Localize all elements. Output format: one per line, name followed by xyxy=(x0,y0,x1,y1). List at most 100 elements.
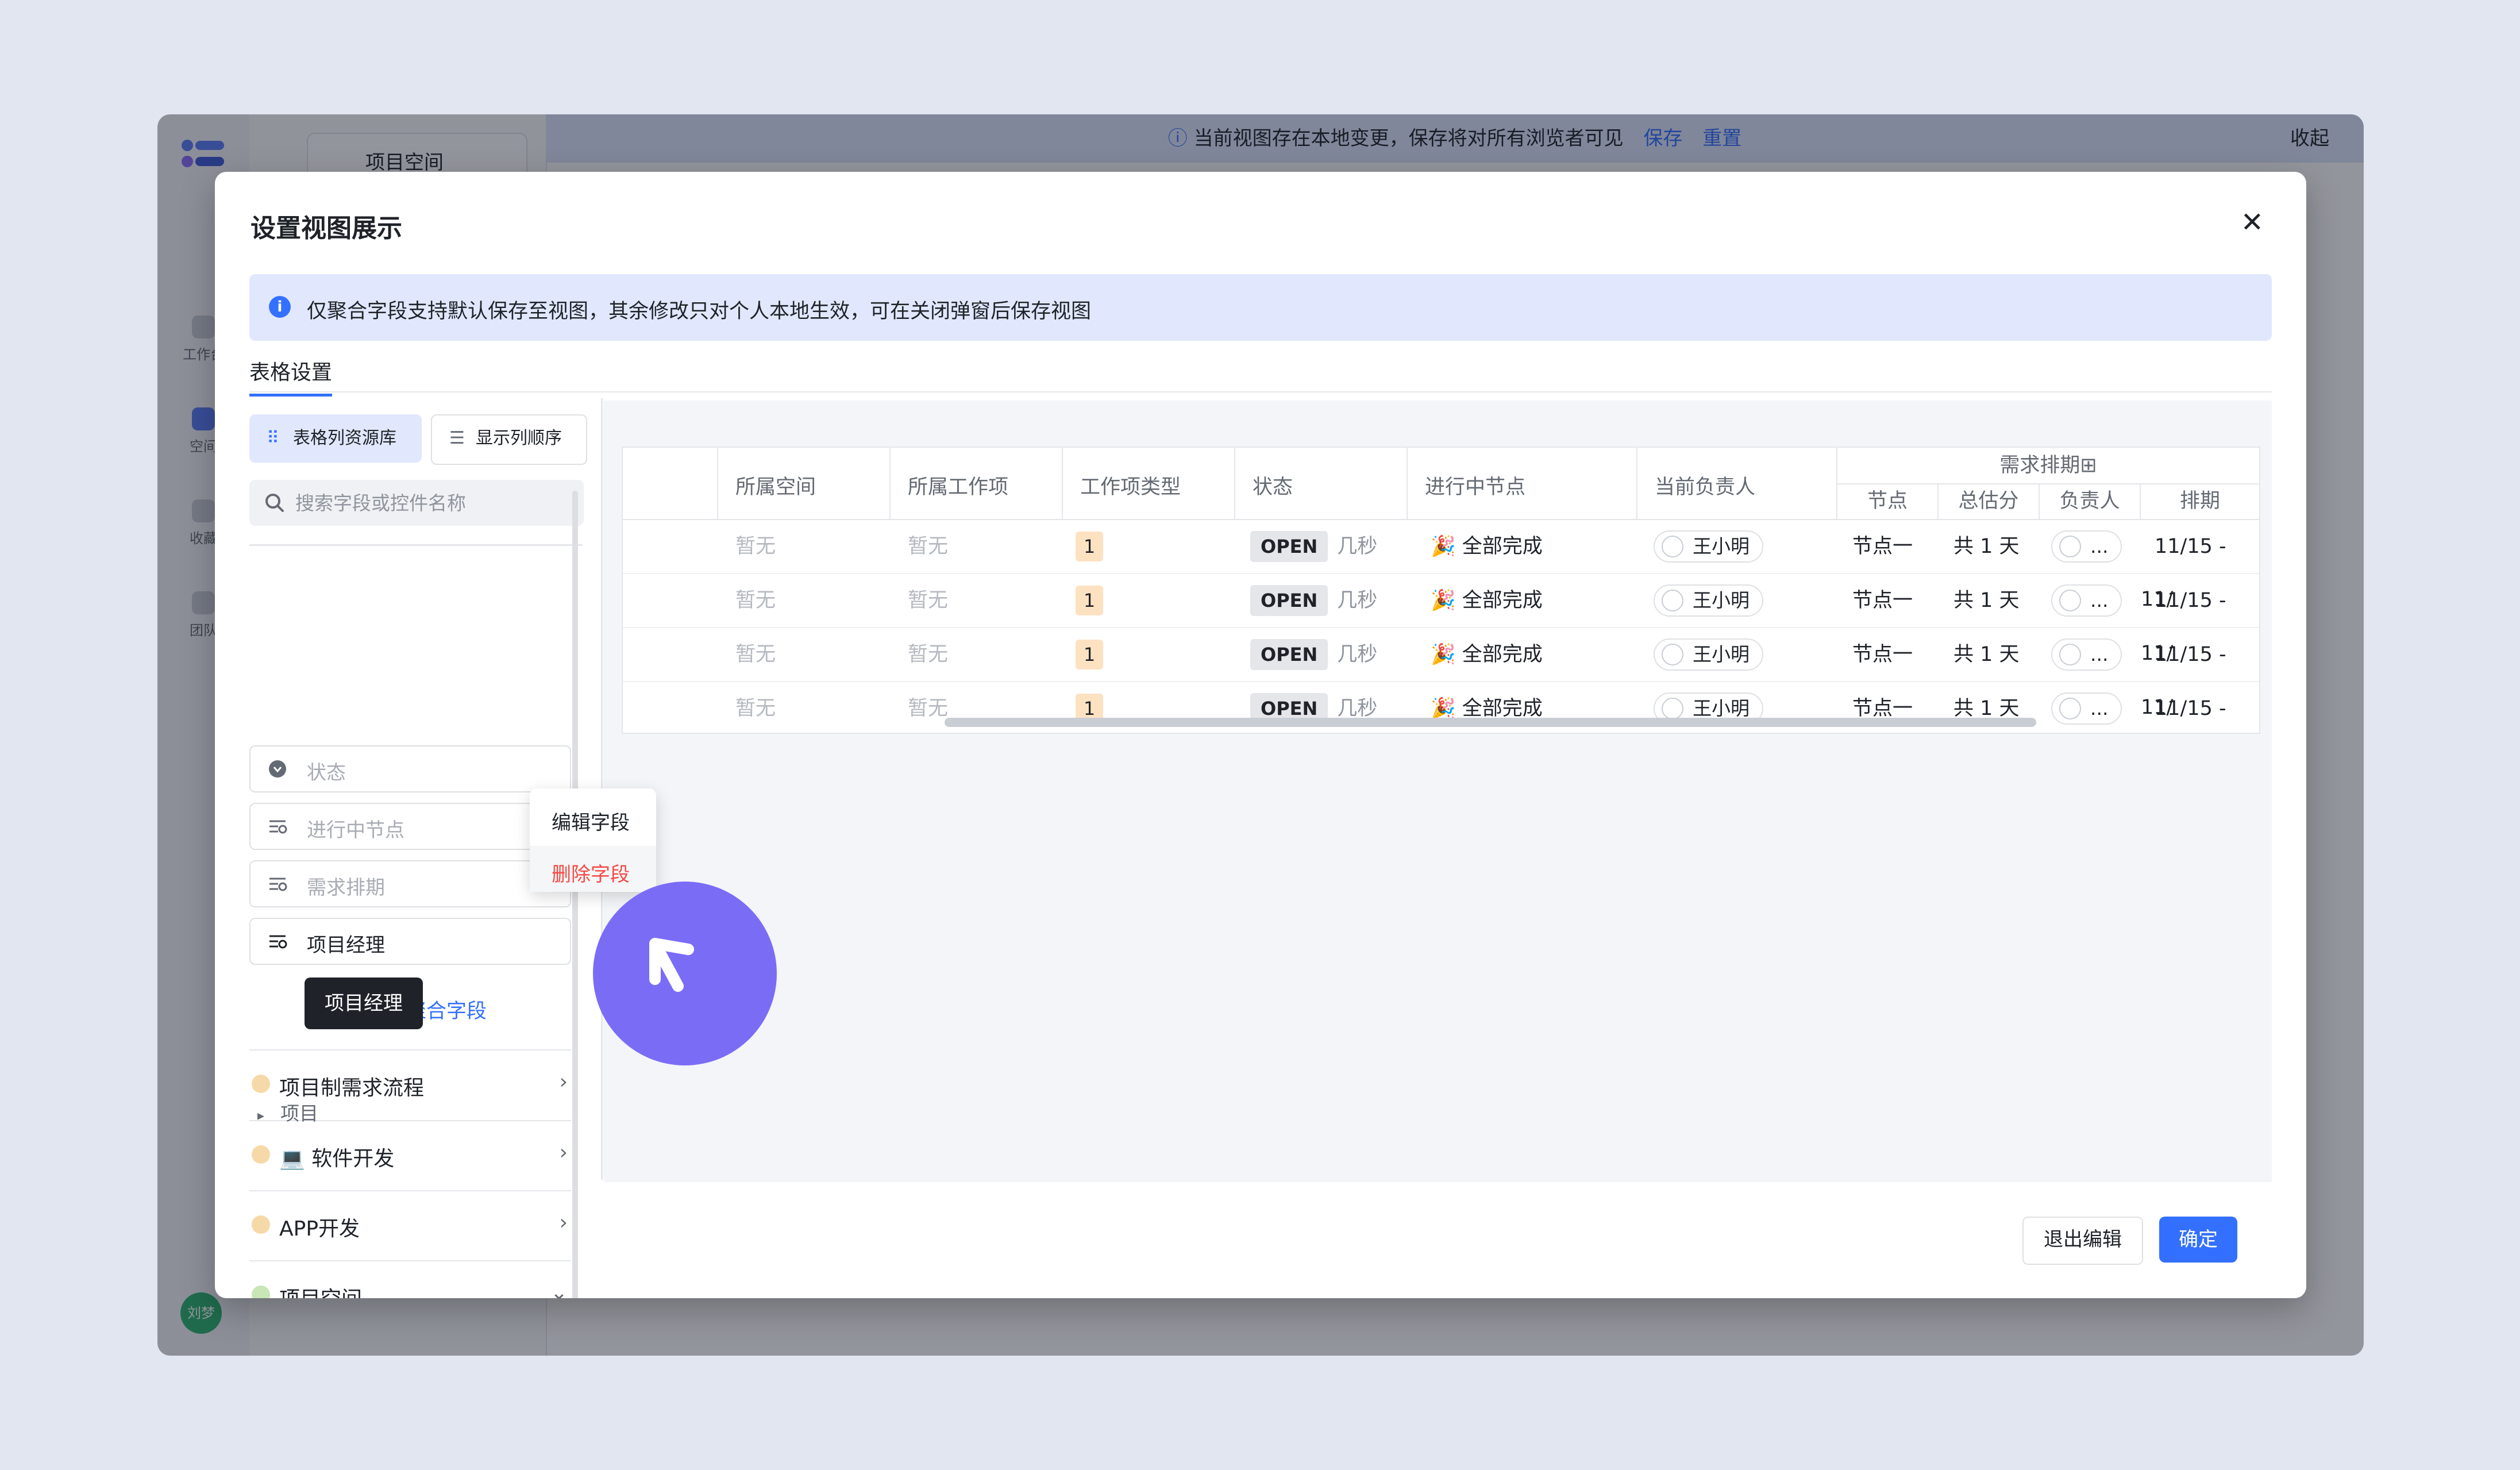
grid-icon: ⠿ xyxy=(267,428,279,448)
table-group-header[interactable]: 需求排期⊞ xyxy=(1837,448,2259,484)
table-cell: 共 1 天 xyxy=(1939,628,2020,681)
group-emoji-icon xyxy=(252,1215,270,1234)
field-status[interactable]: 状态 xyxy=(249,745,571,792)
assignee-pill[interactable]: ... xyxy=(2051,638,2122,671)
info-icon: i xyxy=(269,296,291,318)
table-cell: 暂无 xyxy=(891,628,948,681)
assignee-pill[interactable]: ... xyxy=(2051,692,2122,725)
owner-name: 王小明 xyxy=(1693,589,1750,611)
assignee-pill[interactable]: ... xyxy=(2051,530,2122,563)
assignee-name: ... xyxy=(2090,589,2109,611)
table-header-checkbox xyxy=(623,448,718,520)
tab-table-settings[interactable]: 表格设置 xyxy=(249,356,333,397)
left-panel-scrollbar[interactable] xyxy=(572,491,578,1298)
table-cell: 1 xyxy=(1063,628,1103,681)
status-badge: OPEN xyxy=(1250,531,1328,562)
cell-active-node: 🎉 全部完成 xyxy=(1431,697,1543,720)
work-item-type-badge: 1 xyxy=(1076,586,1103,615)
table-subheader: 负责人 xyxy=(2040,483,2141,520)
avatar xyxy=(2059,643,2081,665)
status-time: 几秒 xyxy=(1337,697,1378,720)
field-active-node[interactable]: 进行中节点 xyxy=(249,803,571,850)
group-project-space[interactable]: 项目空间 ⌄ xyxy=(249,1260,571,1298)
status-badge: OPEN xyxy=(1250,585,1328,616)
close-icon[interactable]: ✕ xyxy=(2241,206,2264,238)
table-row[interactable]: 暂无暂无1OPEN几秒🎉 全部完成王小明节点一共 1 天...11/15 - 1… xyxy=(623,628,2259,719)
table-horizontal-scrollbar[interactable] xyxy=(945,718,2036,727)
search-icon xyxy=(265,494,284,512)
table-header[interactable]: 状态 xyxy=(1235,448,1408,520)
field-project-manager[interactable]: 项目经理 xyxy=(249,918,571,965)
notice-bar: i 仅聚合字段支持默认保存至视图，其余修改只对个人本地生效，可在关闭弹窗后保存视… xyxy=(249,274,2272,341)
table-cell: 暂无 xyxy=(891,520,948,573)
cursor-indicator xyxy=(593,882,777,1065)
table-cell: 🎉 全部完成 xyxy=(1408,574,1543,627)
table-cell: 暂无 xyxy=(718,628,776,681)
status-icon xyxy=(269,760,286,778)
table-header[interactable]: 所属工作项 xyxy=(891,448,1063,520)
owner-name: 王小明 xyxy=(1693,643,1750,665)
table-preview-panel: 所属空间 所属工作项 工作项类型 状态 进行中节点 当前负责人 需求排期⊞ 节点… xyxy=(603,401,2272,1182)
owner-pill[interactable]: 王小明 xyxy=(1654,638,1763,671)
table-subheader: 总估分 xyxy=(1939,483,2040,520)
segment-column-library[interactable]: ⠿ 表格列资源库 xyxy=(249,414,422,463)
cell-date: 11/15 - 11/ xyxy=(2155,697,2226,720)
table-row[interactable]: 暂无暂无1OPEN几秒🎉 全部完成王小明节点一共 1 天...11/15 - 1… xyxy=(623,574,2259,665)
table-cell: 暂无 xyxy=(891,574,948,627)
assignee-name: ... xyxy=(2090,535,2109,557)
cell-active-node: 🎉 全部完成 xyxy=(1431,643,1543,666)
field-search xyxy=(249,480,584,526)
exit-edit-button[interactable]: 退出编辑 xyxy=(2022,1217,2143,1265)
work-item-type-badge: 1 xyxy=(1076,640,1103,669)
tree-item-project[interactable]: ▸ 项目 xyxy=(257,1098,318,1126)
table-cell: 11/15 - 11/ xyxy=(2141,682,2259,733)
field-schedule[interactable]: 需求排期 xyxy=(249,860,571,907)
table-cell: 节点一 xyxy=(1837,574,1913,627)
list-icon: ☰ xyxy=(449,428,465,448)
table-cell: 暂无 xyxy=(718,574,776,627)
table-header[interactable]: 所属空间 xyxy=(718,448,891,520)
table-cell: 王小明 xyxy=(1637,574,1763,627)
table-header[interactable]: 进行中节点 xyxy=(1408,448,1637,520)
chevron-right-icon: › xyxy=(559,1211,568,1234)
confirm-button[interactable]: 确定 xyxy=(2159,1217,2237,1263)
status-time: 几秒 xyxy=(1337,589,1378,612)
search-input[interactable] xyxy=(294,486,572,520)
field-tooltip: 项目经理 xyxy=(305,978,423,1029)
owner-name: 王小明 xyxy=(1693,697,1750,719)
cell-space: 暂无 xyxy=(735,589,776,612)
menu-item-edit-field[interactable]: 编辑字段 xyxy=(552,807,630,835)
avatar xyxy=(2059,697,2081,719)
table-row[interactable]: 暂无暂无1OPEN几秒🎉 全部完成王小明节点一共 1 天...11/15 - 1… xyxy=(623,520,2259,611)
avatar xyxy=(1662,535,1683,557)
chevron-right-icon: › xyxy=(559,1141,568,1164)
group-emoji-icon xyxy=(252,1286,270,1298)
assignee-pill[interactable]: ... xyxy=(2051,584,2122,617)
cell-active-node: 🎉 全部完成 xyxy=(1431,589,1543,612)
cell-estimate: 共 1 天 xyxy=(1953,535,2020,558)
group-emoji-icon xyxy=(252,1145,270,1164)
table-header[interactable]: 工作项类型 xyxy=(1063,448,1235,520)
field-context-menu: 编辑字段 删除字段 xyxy=(530,788,656,892)
group-software-dev[interactable]: 💻 软件开发 › xyxy=(249,1120,571,1190)
owner-pill[interactable]: 王小明 xyxy=(1654,584,1763,617)
table-cell: OPEN 几秒 xyxy=(1235,628,1377,681)
table-cell: 11/15 - 11/ xyxy=(2141,628,2259,719)
chevron-right-icon: › xyxy=(559,1070,568,1094)
table-cell: 11/15 - 11/ xyxy=(2141,520,2259,611)
table-cell: 王小明 xyxy=(1637,520,1763,573)
cell-schedule-node: 节点一 xyxy=(1852,643,1913,666)
table-subheader: 节点 xyxy=(1837,483,1939,520)
cell-item: 暂无 xyxy=(908,643,949,666)
cell-estimate: 共 1 天 xyxy=(1953,643,2020,666)
cell-space: 暂无 xyxy=(735,535,776,558)
owner-pill[interactable]: 王小明 xyxy=(1654,530,1763,563)
owner-name: 王小明 xyxy=(1693,535,1750,557)
table-header[interactable]: 当前负责人 xyxy=(1637,448,1837,520)
status-time: 几秒 xyxy=(1337,535,1378,558)
assignee-name: ... xyxy=(2090,643,2109,665)
work-item-type-badge: 1 xyxy=(1076,532,1103,561)
segment-column-order[interactable]: ☰ 显示列顺序 xyxy=(431,414,587,465)
table-cell: 暂无 xyxy=(891,682,948,733)
group-app-dev[interactable]: APP开发 › xyxy=(249,1190,571,1260)
